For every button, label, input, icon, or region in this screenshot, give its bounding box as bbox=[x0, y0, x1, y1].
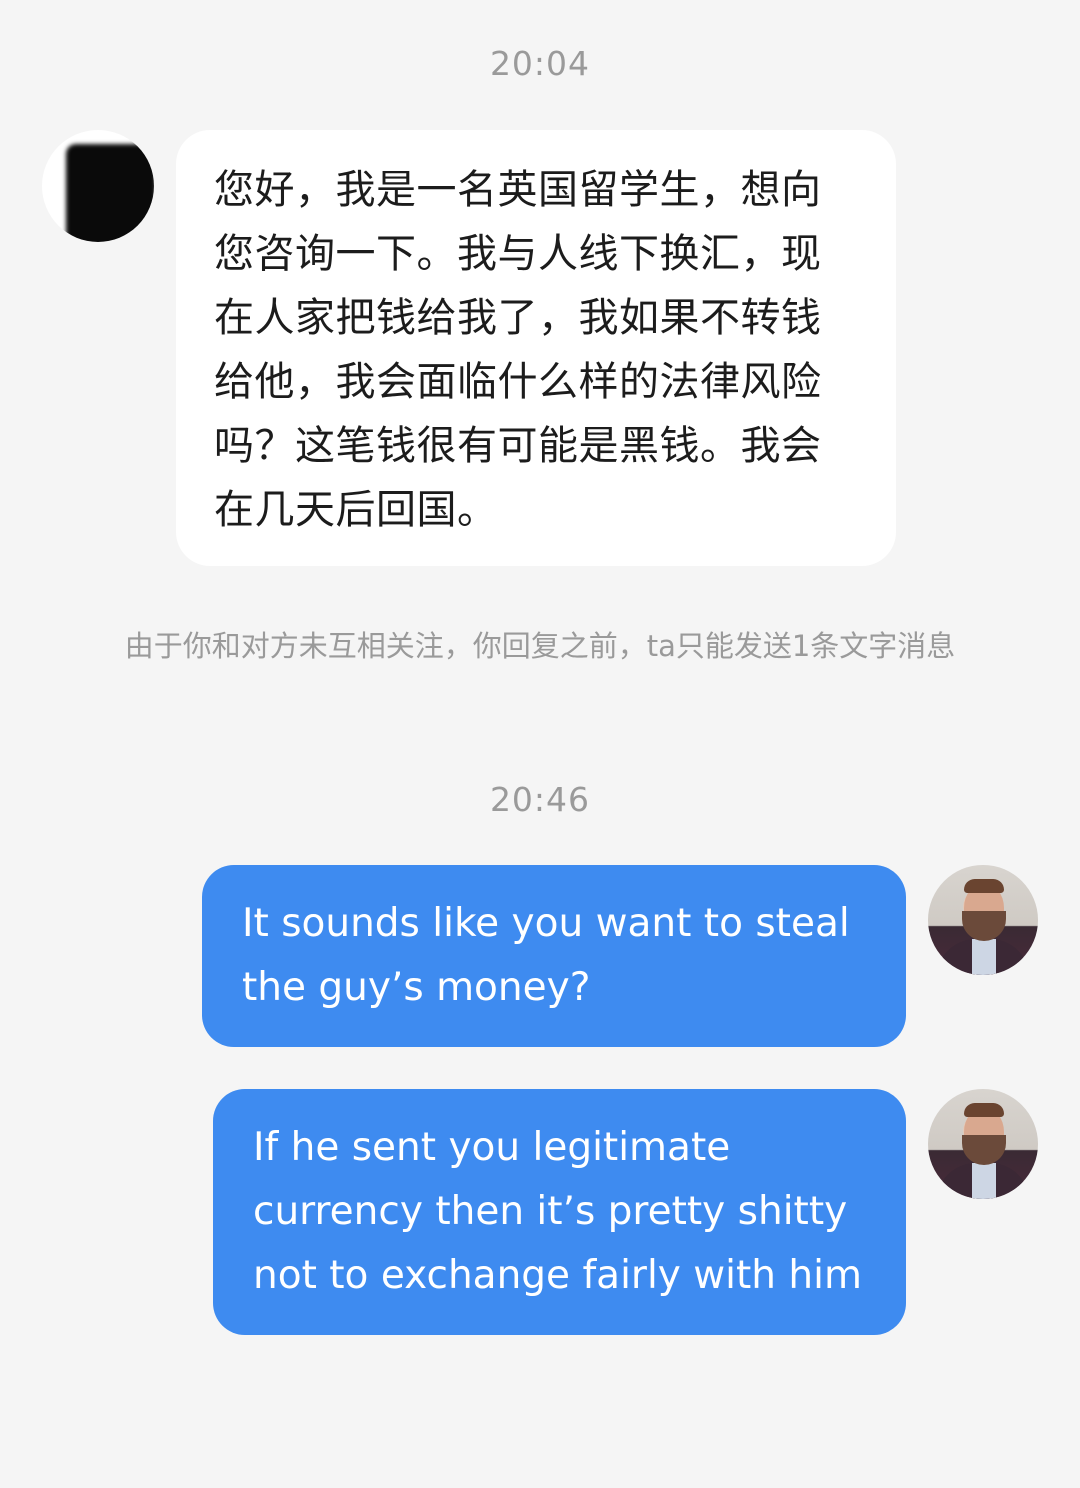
avatar-hair bbox=[964, 1103, 1004, 1117]
outgoing-message-text: It sounds like you want to steal the guy… bbox=[242, 901, 850, 1010]
outgoing-message-bubble[interactable]: It sounds like you want to steal the guy… bbox=[202, 865, 906, 1047]
incoming-message-bubble[interactable]: 您好，我是一名英国留学生，想向您咨询一下。我与人线下换汇，现在人家把钱给我了，我… bbox=[176, 130, 896, 566]
messaging-limit-notice: 由于你和对方未互相关注，你回复之前，ta只能发送1条文字消息 bbox=[124, 629, 956, 663]
avatar-beard bbox=[962, 1135, 1006, 1165]
avatar-beard bbox=[962, 911, 1006, 941]
timestamp: 20:04 bbox=[489, 44, 591, 83]
user-avatar[interactable] bbox=[928, 1089, 1038, 1199]
redacted-avatar-image bbox=[66, 144, 154, 242]
incoming-message-text: 您好，我是一名英国留学生，想向您咨询一下。我与人线下换汇，现在人家把钱给我了，我… bbox=[214, 167, 822, 533]
sender-avatar[interactable] bbox=[42, 130, 154, 242]
avatar-collar bbox=[972, 939, 996, 975]
outgoing-message-text: If he sent you legitimate currency then … bbox=[253, 1125, 862, 1298]
user-avatar[interactable] bbox=[928, 865, 1038, 975]
outgoing-message-bubble[interactable]: If he sent you legitimate currency then … bbox=[213, 1089, 906, 1335]
avatar-hair bbox=[964, 879, 1004, 893]
avatar-collar bbox=[972, 1163, 996, 1199]
timestamp: 20:46 bbox=[489, 780, 591, 819]
